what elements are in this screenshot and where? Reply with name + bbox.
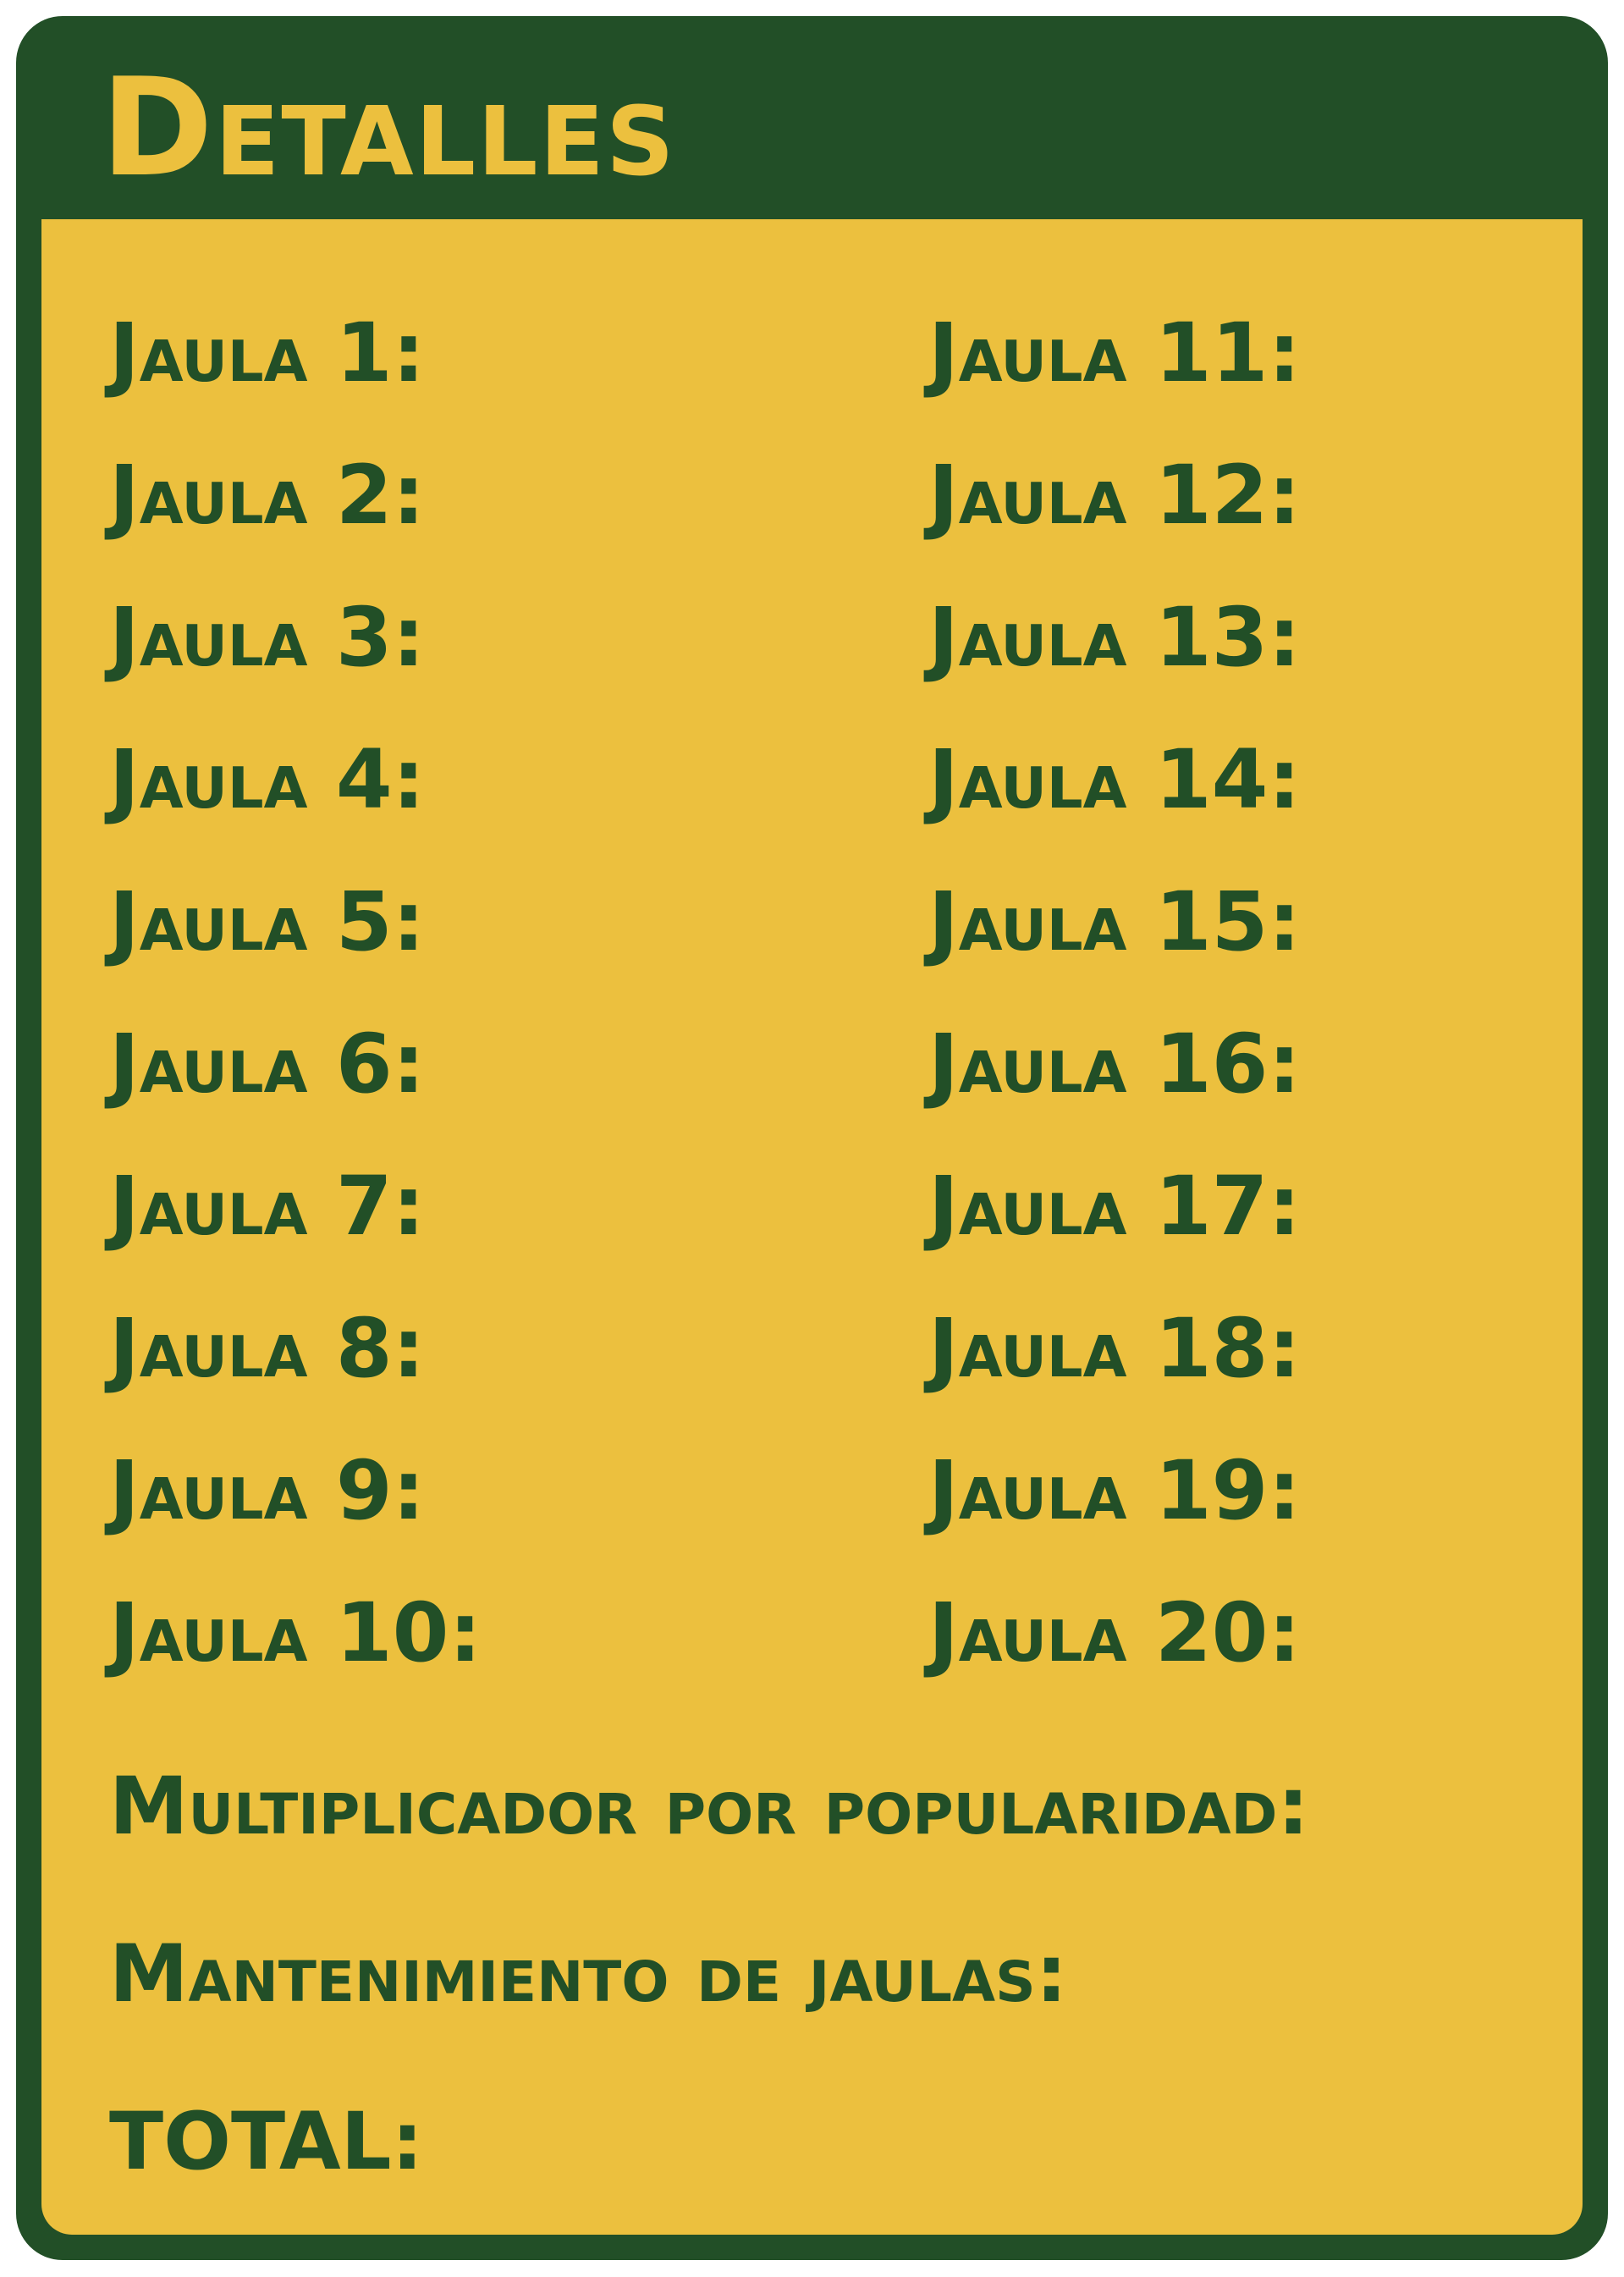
cage-label: Jaula 4: — [109, 732, 426, 827]
cage-maintenance-label: Mantenimiento de jaulas: — [109, 1928, 1068, 2021]
cage-label: Jaula 5: — [109, 874, 426, 969]
card-title: Detalles — [101, 48, 676, 207]
cage-list-right: Jaula 11: Jaula 12: Jaula 13: Jaula 14: … — [928, 311, 1301, 1733]
cage-label: Jaula 12: — [928, 448, 1301, 543]
cage-label: Jaula 1: — [109, 306, 426, 400]
cage-label: Jaula 8: — [109, 1301, 426, 1396]
cage-list-left: Jaula 1: Jaula 2: Jaula 3: Jaula 4: Jaul… — [109, 311, 482, 1733]
cage-label: Jaula 13: — [928, 590, 1301, 685]
popularity-multiplier-label: Multiplicador por popularidad: — [109, 1761, 1310, 1853]
cage-label: Jaula 3: — [109, 590, 426, 685]
cage-label: Jaula 15: — [928, 874, 1301, 969]
cage-label: Jaula 19: — [928, 1443, 1301, 1538]
cage-label: Jaula 2: — [109, 448, 426, 543]
cage-label: Jaula 20: — [928, 1585, 1301, 1680]
cage-label: Jaula 17: — [928, 1159, 1301, 1254]
details-card: Detalles Jaula 1: Jaula 2: Jaula 3: Jaul… — [16, 16, 1608, 2260]
cage-label: Jaula 7: — [109, 1159, 426, 1254]
cage-label: Jaula 18: — [928, 1301, 1301, 1396]
cage-label: Jaula 6: — [109, 1017, 426, 1111]
cage-label: Jaula 14: — [928, 732, 1301, 827]
total-label: TOTAL: — [109, 2096, 424, 2188]
card-header: Detalles — [16, 16, 1608, 219]
cage-label: Jaula 16: — [928, 1017, 1301, 1111]
cage-label: Jaula 10: — [109, 1585, 482, 1680]
card-body: Jaula 1: Jaula 2: Jaula 3: Jaula 4: Jaul… — [41, 219, 1583, 2235]
cage-label: Jaula 9: — [109, 1443, 426, 1538]
cage-label: Jaula 11: — [928, 306, 1301, 400]
